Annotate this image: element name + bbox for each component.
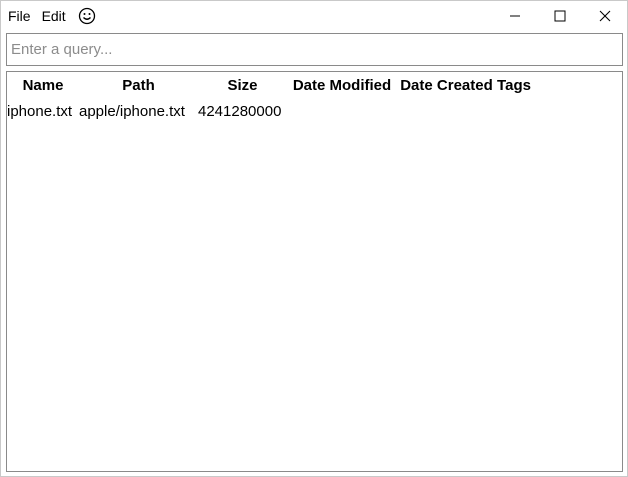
maximize-button[interactable] <box>537 1 582 31</box>
close-button[interactable] <box>582 1 627 31</box>
query-input[interactable] <box>7 34 622 65</box>
close-icon <box>599 10 610 22</box>
menu-edit[interactable]: Edit <box>38 1 70 31</box>
column-header-size[interactable]: Size <box>198 77 287 94</box>
cell-name: iphone.txt <box>7 102 73 120</box>
window-controls <box>492 1 627 31</box>
column-header-name[interactable]: Name <box>7 77 79 94</box>
menu-file[interactable]: File <box>4 1 35 31</box>
column-header-date-modified[interactable]: Date Modified <box>287 77 397 94</box>
maximize-icon <box>554 10 565 22</box>
column-header-tags[interactable]: Tags <box>496 77 532 94</box>
cell-size: 4241280000 <box>198 102 282 120</box>
minimize-button[interactable] <box>492 1 537 31</box>
results-table: Name Path Size Date Modified Date Create… <box>6 71 623 472</box>
minimize-icon <box>509 15 520 17</box>
column-header-date-created[interactable]: Date Created <box>397 77 496 94</box>
table-row[interactable]: iphone.txt apple/iphone.txt 4241280000 <box>7 98 532 124</box>
table-header-row: Name Path Size Date Modified Date Create… <box>7 72 532 98</box>
cell-path: apple/iphone.txt <box>79 102 185 120</box>
column-header-path[interactable]: Path <box>79 77 198 94</box>
query-box <box>6 33 623 66</box>
app-window: File Edit Enter a query... Name Path Siz… <box>0 0 628 477</box>
smiley-face-icon[interactable] <box>78 7 96 25</box>
title-bar: File Edit <box>1 1 627 31</box>
